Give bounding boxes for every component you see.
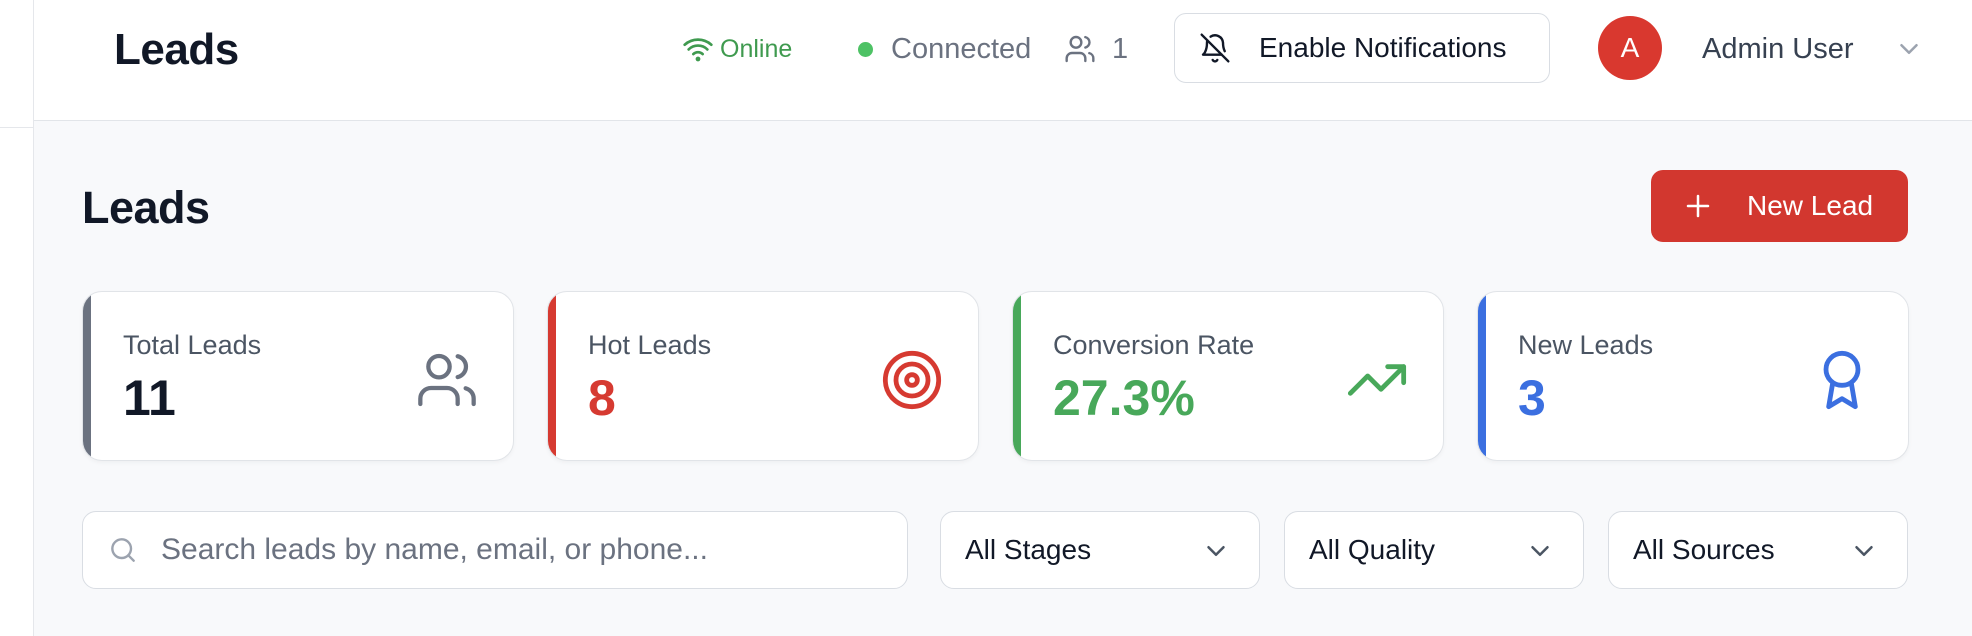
source-filter-select[interactable]: All Sources [1608, 511, 1908, 589]
search-input[interactable] [161, 533, 881, 567]
enable-notifications-button[interactable]: Enable Notifications [1174, 13, 1550, 83]
award-icon [1823, 350, 1861, 410]
chevron-down-icon [1855, 546, 1873, 556]
stat-label: Conversion Rate [1053, 330, 1255, 360]
stat-label: New Leads [1518, 330, 1654, 360]
card-accent [548, 292, 556, 460]
online-users-count: 1 [1064, 30, 1128, 68]
header-title: Leads [114, 25, 239, 74]
plus-icon [1686, 194, 1710, 218]
new-lead-button[interactable]: New Lead [1651, 170, 1908, 242]
users-count-value: 1 [1112, 32, 1129, 65]
bell-off-icon [1200, 33, 1230, 63]
online-label: Online [720, 34, 793, 63]
card-accent [83, 292, 91, 460]
search-box[interactable] [82, 511, 908, 589]
users-icon [1065, 35, 1095, 63]
stat-value: 11 [123, 370, 176, 426]
users-icon [418, 353, 476, 407]
card-accent [1478, 292, 1486, 460]
enable-notifications-label: Enable Notifications [1259, 32, 1507, 63]
stat-card-new-leads: New Leads 3 [1477, 291, 1909, 461]
connected-dot-icon [858, 41, 873, 57]
connected-label: Connected [891, 32, 1032, 65]
user-name[interactable]: Admin User [1702, 30, 1854, 68]
quality-filter-select[interactable]: All Quality [1284, 511, 1584, 589]
stat-card-total-leads: Total Leads 11 [82, 291, 514, 461]
stat-card-hot-leads: Hot Leads 8 [547, 291, 979, 461]
stat-card-conversion-rate: Conversion Rate 27.3% [1012, 291, 1444, 461]
sidebar-edge [0, 0, 34, 636]
stage-filter-select[interactable]: All Stages [940, 511, 1260, 589]
top-bar: Leads Online Connected 1 Enable Notifica… [34, 0, 1972, 121]
card-accent [1013, 292, 1021, 460]
stage-filter-value: All Stages [965, 534, 1092, 565]
stat-value: 8 [588, 370, 616, 426]
target-icon [882, 350, 942, 410]
online-status: Online [682, 32, 792, 66]
trending-up-icon [1347, 364, 1407, 396]
user-avatar[interactable]: A [1598, 16, 1662, 80]
new-lead-label: New Lead [1747, 190, 1874, 221]
source-filter-value: All Sources [1633, 534, 1775, 565]
quality-filter-value: All Quality [1309, 534, 1436, 565]
stat-value: 27.3% [1053, 370, 1195, 426]
chevron-down-icon [1207, 546, 1225, 556]
chevron-down-icon [1531, 546, 1549, 556]
search-icon [111, 538, 135, 562]
chevron-down-icon[interactable] [1894, 34, 1924, 64]
stat-value: 3 [1518, 370, 1546, 426]
connection-status: Connected [858, 30, 1031, 68]
page-title: Leads [82, 182, 210, 233]
wifi-icon [683, 38, 713, 62]
stat-label: Hot Leads [588, 330, 712, 360]
stat-label: Total Leads [123, 330, 262, 360]
